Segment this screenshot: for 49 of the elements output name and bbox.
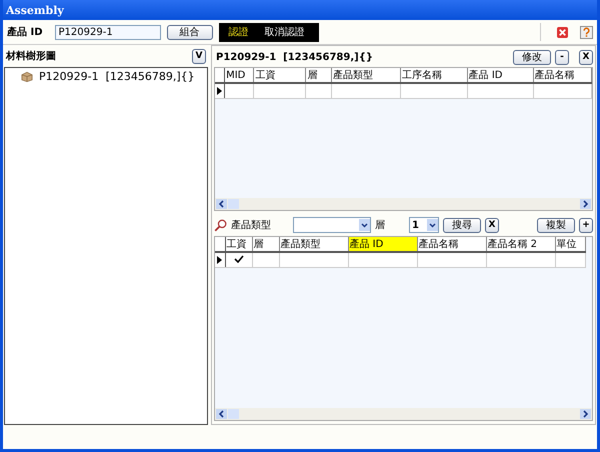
clear-button[interactable]: X (485, 218, 499, 232)
column-header[interactable]: 產品 ID (348, 237, 417, 252)
close-icon[interactable] (557, 26, 568, 38)
level-dropdown[interactable]: 1 (409, 217, 439, 233)
check-icon[interactable] (234, 254, 244, 262)
toggle-button[interactable]: V (192, 48, 206, 64)
column-header[interactable]: 層 (306, 68, 332, 83)
chevron-right-icon[interactable] (580, 409, 591, 419)
search-icon (214, 218, 227, 232)
combine-button[interactable]: 組合 (166, 24, 213, 40)
edit-button[interactable]: 修改 (513, 50, 551, 64)
chevron-down-icon[interactable] (427, 219, 438, 231)
certify-button[interactable]: 認證 (222, 25, 255, 39)
scroll-thumb[interactable] (228, 409, 239, 419)
column-header[interactable]: 產品名稱 2 (486, 237, 555, 252)
column-header[interactable]: 工序名稱 (400, 68, 468, 83)
filter-label: 產品類型 (231, 218, 271, 232)
column-header[interactable]: 產品 ID (467, 68, 534, 83)
box-icon (21, 71, 33, 82)
tree-item[interactable]: P120929-1 [123456789,]{} (39, 70, 195, 83)
column-header[interactable]: 產品類型 (331, 68, 401, 83)
chevron-down-icon[interactable] (359, 219, 370, 231)
chevron-right-icon[interactable] (580, 199, 591, 209)
field-label: 產品 ID (7, 26, 43, 39)
uncertify-button[interactable]: 取消認證 (258, 25, 311, 39)
remove-button[interactable]: - (555, 50, 569, 64)
column-header[interactable]: 產品類型 (279, 237, 348, 252)
copy-button[interactable]: 複製 (537, 218, 575, 232)
column-header[interactable]: 工資 (254, 68, 306, 83)
panel-title: P120929-1 [123456789,]{} (215, 52, 373, 62)
column-header[interactable]: MID (224, 68, 254, 83)
column-header[interactable]: 產品名稱 (417, 237, 486, 252)
search-button[interactable]: 搜尋 (443, 218, 481, 232)
column-header[interactable]: 層 (252, 237, 279, 252)
help-icon[interactable] (580, 26, 593, 38)
scrollbar[interactable] (215, 408, 592, 420)
chevron-left-icon[interactable] (216, 409, 227, 419)
window-title: Assembly (6, 4, 64, 16)
scrollbar[interactable] (215, 198, 592, 210)
panel-title: 材料樹形圖 (6, 50, 56, 63)
add-button[interactable]: + (579, 218, 593, 232)
close-button[interactable]: X (579, 50, 593, 64)
chevron-left-icon[interactable] (216, 199, 227, 209)
level-label: 層 (375, 219, 385, 232)
scroll-thumb[interactable] (228, 199, 239, 209)
column-header[interactable]: 工資 (225, 237, 252, 252)
input-field[interactable]: P120929-1 (54, 24, 161, 40)
column-header[interactable]: 產品名稱 (533, 68, 592, 83)
column-header[interactable]: 單位 (555, 237, 585, 252)
